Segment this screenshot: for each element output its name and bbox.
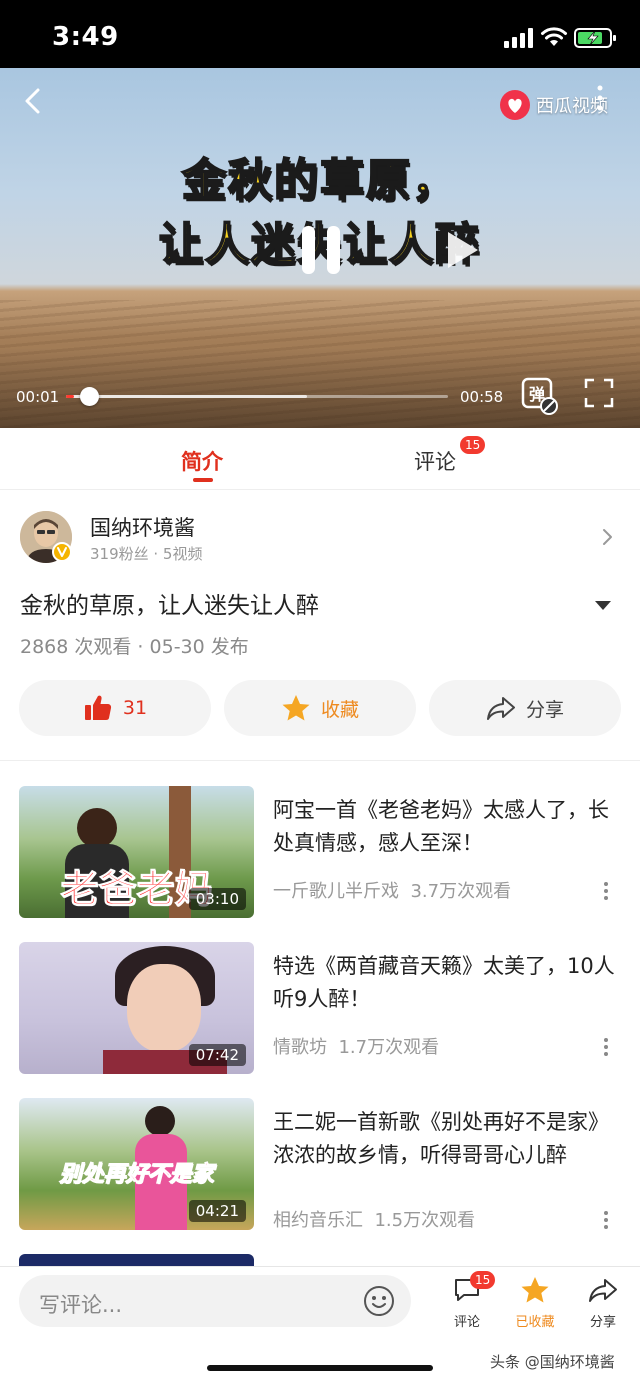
video-thumbnail: 老爸老妈 03:10 <box>19 786 254 918</box>
related-video-item[interactable]: 别处再好不是家 04:21 王二妮一首新歌《别处再好不是家》浓浓的故乡情，听得哥… <box>0 1098 640 1232</box>
favorited-button[interactable]: 已收藏 <box>507 1275 563 1335</box>
back-arrow-icon[interactable] <box>18 80 48 120</box>
bottom-action-bar: 写评论... 15 评论 已收藏 分享 头条 @国纳环境酱 <box>0 1266 640 1385</box>
current-time: 00:01 <box>16 388 60 406</box>
comment-placeholder: 写评论... <box>39 1293 123 1317</box>
related-video-item[interactable]: 07:42 特选《两首藏音天籁》太美了，10人听9人醉！ 情歌坊 1.7万次观看 <box>0 942 640 1074</box>
status-bar: 3:49 <box>0 0 640 68</box>
cellular-signal-icon <box>504 28 533 48</box>
wifi-icon <box>541 27 567 46</box>
fullscreen-icon[interactable] <box>584 378 614 408</box>
related-video-meta: 情歌坊 1.7万次观看 <box>273 1033 439 1059</box>
expand-caret-icon[interactable] <box>593 598 613 612</box>
verified-badge-icon <box>52 542 72 562</box>
video-duration: 07:42 <box>188 1044 246 1066</box>
more-vertical-icon[interactable] <box>602 881 610 901</box>
thumbs-up-icon <box>84 695 112 720</box>
more-options-icon[interactable] <box>590 80 610 120</box>
play-icon <box>448 232 478 268</box>
video-overlay-text-line1: 金秋的草原， <box>181 154 458 207</box>
detail-tabs: 简介 评论 15 <box>0 428 640 490</box>
favorite-label: 收藏 <box>320 698 359 721</box>
video-player[interactable]: 西瓜视频 金秋的草原， 让人迷失让人醉 00:01 00:58 弹 <box>0 68 640 428</box>
related-video-author: 一斤歌儿半斤戏 <box>273 881 399 902</box>
tab-comments[interactable]: 评论 <box>414 446 456 476</box>
bottom-share-label: 分享 <box>589 1315 616 1330</box>
related-video-title: 王二妮一首新歌《别处再好不是家》浓浓的故乡情，听得哥哥心儿醉 <box>273 1110 609 1167</box>
related-video-views: 1.7万次观看 <box>338 1037 440 1058</box>
progress-knob[interactable] <box>79 387 99 406</box>
related-video-author: 情歌坊 <box>273 1037 327 1058</box>
status-time: 3:49 <box>52 22 119 52</box>
related-video-meta: 相约音乐汇 1.5万次观看 <box>273 1206 475 1232</box>
video-thumbnail: 07:42 <box>19 942 254 1074</box>
related-video-meta: 一斤歌儿半斤戏 3.7万次观看 <box>273 877 511 903</box>
pause-icon[interactable] <box>298 222 344 278</box>
author-name[interactable]: 国纳环境酱 <box>90 512 195 542</box>
tab-intro[interactable]: 简介 <box>181 446 223 476</box>
share-arrow-icon <box>486 697 515 720</box>
related-video-author: 相约音乐汇 <box>273 1210 363 1231</box>
xigua-logo-icon <box>500 90 530 120</box>
related-video-title: 特选《两首藏音天籁》太美了，10人听9人醉！ <box>273 954 615 1011</box>
video-duration: 03:10 <box>188 888 246 910</box>
favorited-label: 已收藏 <box>515 1315 555 1330</box>
active-tab-indicator <box>193 478 213 482</box>
buffered-bar <box>66 395 307 398</box>
like-button[interactable]: 31 <box>19 680 211 736</box>
star-filled-icon <box>282 695 310 721</box>
video-meta: 2868 次观看 · 05-30 发布 <box>20 636 249 658</box>
comment-label: 评论 <box>453 1315 480 1330</box>
chevron-right-icon[interactable] <box>600 526 614 548</box>
star-filled-icon <box>521 1277 549 1303</box>
like-count: 31 <box>122 697 148 719</box>
related-video-views: 1.5万次观看 <box>374 1210 476 1231</box>
played-bar <box>66 395 74 398</box>
share-label: 分享 <box>525 698 564 721</box>
battery-charging-icon <box>574 28 616 48</box>
video-title: 金秋的草原，让人迷失让人醉 <box>20 593 319 619</box>
comment-input[interactable]: 写评论... <box>19 1275 411 1327</box>
related-video-title: 阿宝一首《老爸老妈》太感人了，长处真情感，感人至深！ <box>273 798 609 855</box>
danmaku-off-icon[interactable]: 弹 <box>520 376 560 416</box>
progress-bar[interactable] <box>66 387 448 406</box>
thumbnail-caption: 别处再好不是家 <box>59 1162 214 1188</box>
related-video-item[interactable]: 老爸老妈 03:10 阿宝一首《老爸老妈》太感人了，长处真情感，感人至深！ 一斤… <box>0 786 640 918</box>
author-stats: 319粉丝 · 5视频 <box>90 545 203 563</box>
comment-count-badge: 15 <box>470 1271 496 1289</box>
favorite-button[interactable]: 收藏 <box>224 680 416 736</box>
comments-count-badge: 15 <box>460 436 486 454</box>
total-time: 00:58 <box>460 388 504 406</box>
more-vertical-icon[interactable] <box>602 1210 610 1230</box>
bottom-share-button[interactable]: 分享 <box>575 1275 631 1335</box>
home-indicator <box>207 1365 433 1371</box>
more-vertical-icon[interactable] <box>602 1037 610 1057</box>
section-divider <box>0 760 640 761</box>
related-video-views: 3.7万次观看 <box>410 881 512 902</box>
video-duration: 04:21 <box>188 1200 246 1222</box>
emoji-icon[interactable] <box>363 1285 395 1317</box>
watermark: 头条 @国纳环境酱 <box>490 1353 615 1371</box>
share-arrow-icon <box>589 1279 617 1302</box>
comment-button[interactable]: 15 评论 <box>439 1271 496 1335</box>
share-button[interactable]: 分享 <box>429 680 621 736</box>
related-video-thumbnail-peek[interactable] <box>19 1254 254 1266</box>
video-thumbnail: 别处再好不是家 04:21 <box>19 1098 254 1230</box>
